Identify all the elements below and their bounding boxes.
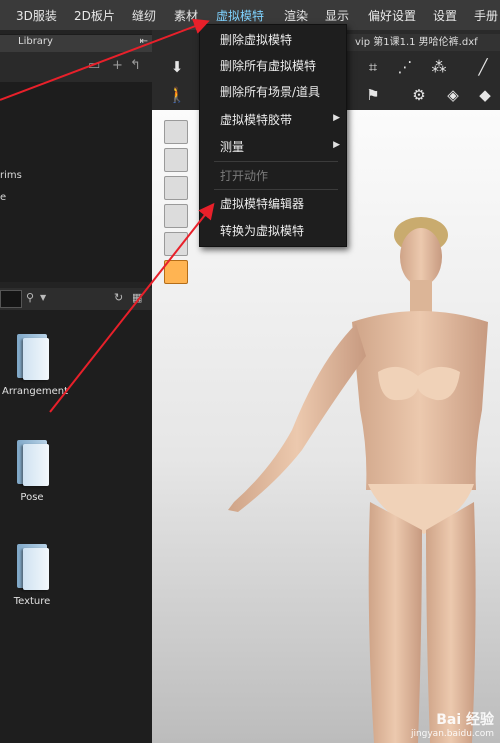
- folder-icon: [15, 440, 49, 486]
- menu-item-delete-all-avatars[interactable]: 删除所有虚拟模特: [220, 57, 316, 74]
- library-header: Library ⇤: [0, 34, 152, 53]
- back-icon[interactable]: ↰: [130, 58, 141, 73]
- menu-display[interactable]: 显示: [325, 7, 349, 24]
- folder-icon: [15, 334, 49, 380]
- fabric-icon[interactable]: ◈: [442, 84, 464, 106]
- folder-arrangement[interactable]: Arrangement: [2, 334, 69, 397]
- pattern-icon[interactable]: ◆: [474, 84, 496, 106]
- tree-item[interactable]: e: [0, 192, 6, 203]
- folder-icon: [15, 544, 49, 590]
- menu-separator: [214, 189, 338, 190]
- menu-separator: [214, 161, 338, 162]
- chevron-down-icon[interactable]: ▼: [40, 293, 46, 302]
- folder-icon[interactable]: ▭: [88, 58, 100, 73]
- submenu-arrow-icon: ▶: [333, 140, 340, 150]
- watermark-logo-text: Bai 经验: [436, 712, 494, 728]
- library-title: Library: [18, 36, 53, 47]
- tree-item-trims[interactable]: rims: [0, 170, 22, 181]
- watermark-url: jingyan.baidu.com: [410, 729, 494, 739]
- grid-view-icon[interactable]: ▦: [132, 291, 142, 304]
- menu-avatar[interactable]: 虚拟模特: [216, 7, 264, 24]
- add-icon[interactable]: +: [112, 58, 123, 73]
- avatar-head-icon[interactable]: [164, 260, 188, 284]
- tack-icon[interactable]: ⚙: [408, 84, 430, 106]
- menu-render[interactable]: 渲染: [284, 7, 308, 24]
- menu-2d-pattern[interactable]: 2D板片: [74, 7, 115, 24]
- submenu-arrow-icon: ▶: [333, 113, 340, 123]
- pin-icon[interactable]: ⇤: [140, 36, 148, 47]
- download-arrow-icon[interactable]: ⬇: [166, 56, 188, 78]
- viewport-side-toolbar: [164, 120, 190, 284]
- menu-item-avatar-editor[interactable]: 虚拟模特编辑器: [220, 195, 304, 212]
- menu-3d-garment[interactable]: 3D服装: [16, 7, 57, 24]
- folder-pose[interactable]: Pose: [2, 440, 62, 503]
- eye-icon[interactable]: [164, 148, 188, 172]
- menu-item-convert-to-avatar[interactable]: 转换为虚拟模特: [220, 222, 304, 239]
- refresh-icon[interactable]: ↻: [114, 291, 123, 304]
- sewing-tool-icon[interactable]: ⌗: [362, 56, 384, 78]
- folder-texture[interactable]: Texture: [2, 544, 62, 607]
- menu-item-delete-avatar[interactable]: 删除虚拟模特: [220, 31, 292, 48]
- watermark: Bai 经验 jingyan.baidu.com: [411, 709, 494, 739]
- pin-tool-icon[interactable]: ⚑: [362, 84, 384, 106]
- menu-item-avatar-tape[interactable]: 虚拟模特胶带: [220, 111, 292, 128]
- segment-sewing-icon[interactable]: ⋰: [394, 56, 416, 78]
- free-sewing-icon[interactable]: ⁂: [428, 56, 450, 78]
- avatar-visibility-icon[interactable]: [164, 176, 188, 200]
- file-tab[interactable]: vip 第1课1.1 男哈伦裤.dxf: [345, 34, 500, 51]
- needle-icon[interactable]: ╱: [472, 56, 494, 78]
- search-input[interactable]: [0, 290, 22, 308]
- garment-visibility-icon[interactable]: [164, 204, 188, 228]
- menu-materials[interactable]: 素材: [174, 7, 198, 24]
- menu-manual[interactable]: 手册: [474, 7, 498, 24]
- avatar-dropdown-menu: 删除虚拟模特 删除所有虚拟模特 删除所有场景/道具 虚拟模特胶带 ▶ 测量 ▶ …: [199, 24, 347, 247]
- menu-sewing[interactable]: 缝纫: [132, 7, 156, 24]
- texture-icon[interactable]: [164, 232, 188, 256]
- menu-preferences[interactable]: 偏好设置: [368, 7, 416, 24]
- library-search-row: ⚲ ▼ ↻ ▦: [0, 288, 152, 310]
- library-folder-grid: Arrangement Pose Texture: [0, 310, 152, 743]
- library-toolbar: ▭ + ↰: [0, 52, 152, 82]
- walk-pose-icon[interactable]: 🚶: [166, 84, 188, 106]
- menu-item-open-motion: 打开动作: [220, 169, 269, 183]
- view-icon[interactable]: [164, 120, 188, 144]
- search-icon[interactable]: ⚲: [26, 291, 34, 304]
- menu-item-delete-all-props[interactable]: 删除所有场景/道具: [220, 83, 320, 100]
- library-tree: rims e: [0, 82, 152, 282]
- folder-label: Pose: [20, 492, 44, 503]
- folder-label: Texture: [13, 596, 51, 607]
- folder-label: Arrangement: [2, 386, 69, 397]
- menu-item-measure[interactable]: 测量: [220, 138, 244, 155]
- menu-settings[interactable]: 设置: [433, 7, 457, 24]
